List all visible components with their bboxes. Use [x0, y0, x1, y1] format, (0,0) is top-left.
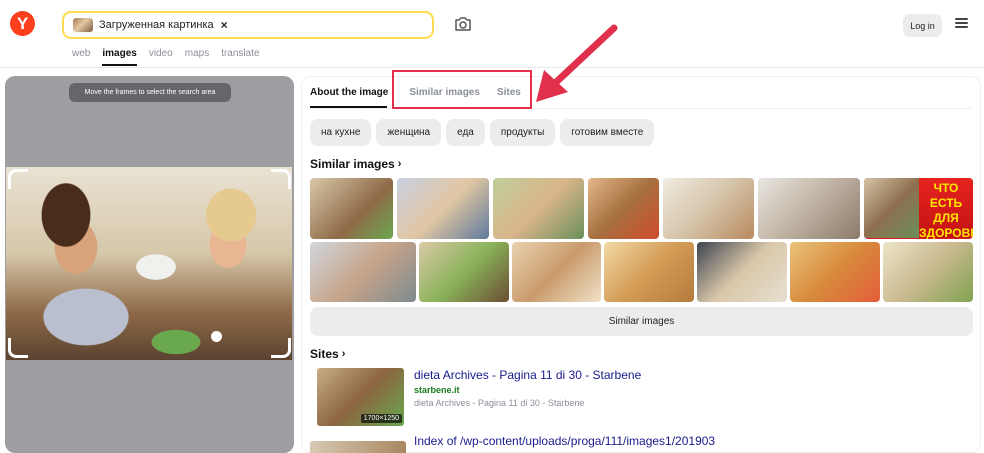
- similar-images-title: Similar images: [310, 157, 395, 171]
- search-box[interactable]: Загруженная картинка ×: [62, 11, 434, 39]
- similar-images-button[interactable]: Similar images: [310, 307, 973, 336]
- site-result-description: dieta Archives - Pagina 11 di 30 - Starb…: [414, 398, 585, 408]
- similar-image-thumb[interactable]: [883, 242, 973, 302]
- promo-text: ЧТО ЕСТЬ ДЛЯ ЗДОРОВЬЯ: [919, 178, 973, 239]
- crop-frame-top-right[interactable]: [271, 169, 291, 189]
- similar-image-thumb[interactable]: [790, 242, 880, 302]
- header-divider: [0, 67, 984, 68]
- chevron-right-icon: ›: [341, 348, 346, 360]
- similar-image-thumb[interactable]: [588, 178, 659, 239]
- tab-translate[interactable]: translate: [221, 48, 259, 66]
- search-chip-label: Загруженная картинка: [99, 19, 214, 31]
- tab-maps[interactable]: maps: [185, 48, 209, 66]
- similar-image-thumb[interactable]: [310, 178, 393, 239]
- red-arrow: [536, 24, 618, 102]
- camera-icon[interactable]: [454, 16, 472, 32]
- sites-heading[interactable]: Sites ›: [310, 347, 345, 361]
- site-result-host[interactable]: starbene.it: [414, 385, 460, 395]
- site-result-thumb[interactable]: 1700×1250: [317, 368, 404, 426]
- similar-image-thumb-promo[interactable]: ЧТО ЕСТЬ ДЛЯ ЗДОРОВЬЯ: [864, 178, 973, 239]
- similar-image-thumb[interactable]: [758, 178, 860, 239]
- site-result-thumb[interactable]: [310, 441, 406, 453]
- tag-chip[interactable]: еда: [446, 119, 485, 146]
- similar-images-heading[interactable]: Similar images ›: [310, 157, 401, 171]
- similar-image-thumb[interactable]: [512, 242, 601, 302]
- tag-chip[interactable]: готовим вместе: [560, 119, 655, 146]
- crop-frame-bottom-left[interactable]: [8, 338, 28, 358]
- tag-chips: на кухне женщина еда продукты готовим вм…: [310, 119, 655, 146]
- site-result-title[interactable]: dieta Archives - Pagina 11 di 30 - Starb…: [414, 368, 641, 382]
- similar-image-thumb[interactable]: [419, 242, 509, 302]
- tag-chip[interactable]: продукты: [489, 119, 556, 146]
- image-crop-panel: Move the frames to select the search are…: [5, 76, 294, 453]
- tag-chip[interactable]: на кухне: [310, 119, 372, 146]
- site-result-title[interactable]: Index of /wp-content/uploads/proga/111/i…: [414, 434, 715, 448]
- similar-image-thumb[interactable]: [397, 178, 489, 239]
- menu-icon[interactable]: [955, 18, 968, 29]
- similar-image-thumb[interactable]: [697, 242, 787, 302]
- chevron-right-icon: ›: [397, 158, 402, 170]
- tag-chip[interactable]: женщина: [376, 119, 442, 146]
- crop-frame-bottom-right[interactable]: [271, 338, 291, 358]
- tab-video[interactable]: video: [149, 48, 173, 66]
- crop-drag-handle[interactable]: [211, 331, 222, 342]
- sites-title: Sites: [310, 347, 339, 361]
- similar-image-thumb[interactable]: [493, 178, 584, 239]
- login-button[interactable]: Log in: [903, 14, 942, 37]
- tab-images[interactable]: images: [102, 48, 138, 66]
- active-tab-underline: [310, 106, 387, 108]
- similar-image-thumb[interactable]: [663, 178, 754, 239]
- uploaded-photo: [6, 167, 292, 360]
- yandex-logo[interactable]: Y: [10, 11, 35, 36]
- similar-image-thumb[interactable]: [310, 242, 416, 302]
- close-icon[interactable]: ×: [221, 18, 228, 32]
- crop-frame-top-left[interactable]: [8, 169, 28, 189]
- nav-tabs: web images video maps translate: [72, 48, 260, 66]
- page: Y Загруженная картинка × Log in web imag…: [0, 0, 984, 453]
- crop-hint: Move the frames to select the search are…: [69, 83, 231, 102]
- highlight-box: [392, 70, 532, 109]
- tab-about-image[interactable]: About the image: [310, 87, 388, 98]
- similar-image-thumb[interactable]: [604, 242, 694, 302]
- tab-web[interactable]: web: [72, 48, 90, 66]
- uploaded-image-thumb-icon: [73, 18, 93, 32]
- promo-photo: [864, 178, 920, 238]
- image-dimensions-badge: 1700×1250: [360, 414, 402, 423]
